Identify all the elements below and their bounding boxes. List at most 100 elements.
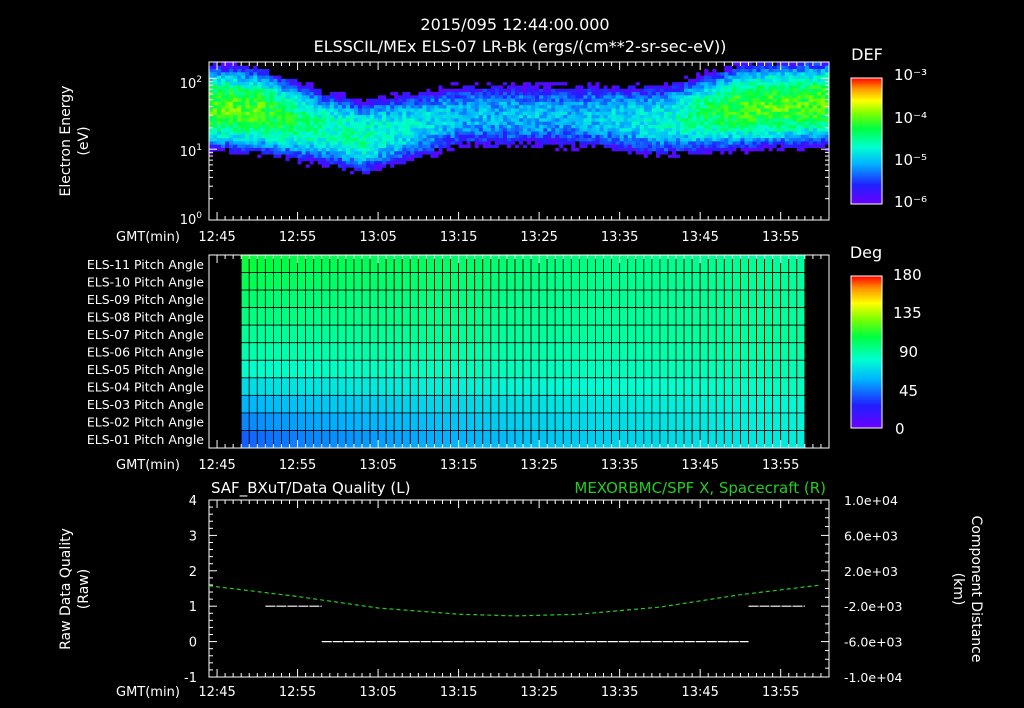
spectrogram-cell bbox=[325, 124, 331, 129]
spectrogram-cell bbox=[418, 81, 423, 86]
spectrogram-cell bbox=[402, 131, 407, 135]
spectrogram-cell bbox=[374, 117, 379, 122]
spectrogram-cell bbox=[277, 127, 282, 132]
spectrogram-cell bbox=[599, 104, 604, 109]
spectrogram-cell bbox=[454, 108, 460, 112]
spectrogram-cell bbox=[241, 150, 246, 155]
spectrogram-cell bbox=[329, 117, 335, 122]
spectrogram-cell bbox=[309, 134, 315, 139]
spectrogram-cell bbox=[490, 131, 496, 135]
spectrogram-cell bbox=[386, 108, 391, 112]
spectrogram-cell bbox=[595, 206, 600, 211]
spectrogram-cell bbox=[277, 91, 282, 96]
spectrogram-cell bbox=[374, 177, 379, 181]
spectrogram-cell bbox=[333, 137, 339, 142]
spectrogram-cell bbox=[370, 94, 375, 99]
spectrogram-cell bbox=[519, 101, 524, 106]
spectrogram-cell bbox=[285, 157, 290, 162]
spectrogram-cell bbox=[366, 180, 371, 185]
spectrogram-cell bbox=[426, 81, 431, 86]
spectrogram-cell bbox=[253, 170, 258, 175]
spectrogram-cell bbox=[523, 94, 528, 99]
spectrogram-cell bbox=[623, 111, 629, 116]
spectrogram-cell bbox=[583, 200, 588, 204]
spectrogram-cell bbox=[410, 81, 415, 86]
spectrogram-cell bbox=[599, 124, 604, 129]
spectrogram-cell bbox=[209, 117, 214, 122]
spectrogram-cell bbox=[482, 124, 488, 129]
spectrogram-cell bbox=[531, 190, 536, 195]
spectrogram-cell bbox=[374, 180, 379, 185]
spectrogram-cell bbox=[261, 150, 266, 155]
spectrogram-cell bbox=[345, 141, 351, 145]
spectrogram-cell bbox=[494, 187, 500, 191]
spectrogram-cell bbox=[434, 154, 439, 158]
spectrogram-cell bbox=[398, 127, 403, 132]
spectrogram-cell bbox=[349, 68, 355, 73]
spectrogram-cell bbox=[313, 108, 319, 112]
spectrogram-cell bbox=[357, 78, 363, 83]
spectrogram-cell bbox=[333, 144, 339, 148]
spectrogram-cell bbox=[273, 101, 278, 106]
spectrogram-cell bbox=[551, 177, 556, 181]
spectrogram-cell bbox=[398, 81, 403, 86]
spectrogram-cell bbox=[225, 170, 230, 175]
spectrogram-cell bbox=[559, 88, 564, 93]
spectrogram-cell bbox=[523, 131, 528, 135]
spectrogram-cell bbox=[273, 196, 278, 201]
spectrogram-cell bbox=[281, 88, 286, 93]
spectrogram-cell bbox=[366, 157, 371, 162]
spectrogram-cell bbox=[623, 157, 629, 162]
spectrogram-cell bbox=[442, 124, 447, 129]
spectrogram-cell bbox=[547, 75, 552, 79]
spectrogram-cell bbox=[237, 160, 242, 165]
spectrogram-cell bbox=[502, 108, 508, 112]
spectrogram-cell bbox=[245, 88, 250, 93]
spectrogram-cell bbox=[470, 71, 476, 76]
spectrogram-cell bbox=[241, 134, 246, 139]
spectrogram-cell bbox=[269, 210, 274, 214]
spectrogram-cell bbox=[341, 164, 347, 168]
spectrogram-cell bbox=[245, 200, 250, 204]
spectrogram-cell bbox=[575, 196, 580, 201]
spectrogram-cell bbox=[543, 154, 548, 158]
spectrogram-cell bbox=[615, 147, 621, 152]
spectrogram-cell bbox=[430, 98, 435, 102]
spectrogram-cell bbox=[374, 91, 379, 96]
spectrogram-cell bbox=[378, 134, 383, 139]
spectrogram-cell bbox=[261, 203, 266, 208]
spectrogram-cell bbox=[579, 131, 584, 135]
spectrogram-cell bbox=[261, 137, 266, 142]
spectrogram-cell bbox=[253, 187, 258, 191]
spectrogram-cell bbox=[366, 167, 371, 172]
spectrogram-cell bbox=[627, 213, 633, 218]
spectrogram-cell bbox=[514, 65, 520, 69]
spectrogram-cell bbox=[498, 164, 504, 168]
spectrogram-cell bbox=[281, 164, 286, 168]
spectrogram-cell bbox=[531, 98, 536, 102]
spectrogram-cell bbox=[361, 160, 367, 165]
spectrogram-cell bbox=[575, 206, 580, 211]
spectrogram-cell bbox=[325, 206, 331, 211]
spectrogram-cell bbox=[531, 173, 536, 178]
spectrogram-cell bbox=[470, 108, 476, 112]
spectrogram-cell bbox=[603, 71, 608, 76]
spectrogram-cell bbox=[225, 164, 230, 168]
spectrogram-cell bbox=[531, 167, 536, 172]
spectrogram-cell bbox=[430, 71, 435, 76]
spectrogram-cell bbox=[583, 127, 588, 132]
spectrogram-cell bbox=[225, 183, 230, 188]
spectrogram-cell bbox=[329, 114, 335, 119]
spectrogram-cell bbox=[615, 187, 621, 191]
spectrogram-cell bbox=[386, 150, 391, 155]
spectrogram-cell bbox=[213, 157, 218, 162]
spectrogram-cell bbox=[454, 127, 460, 132]
spectrogram-cell bbox=[337, 124, 343, 129]
spectrogram-cell bbox=[430, 68, 435, 73]
spectrogram-cell bbox=[269, 167, 274, 172]
spectrogram-cell bbox=[486, 180, 492, 185]
spectrogram-cell bbox=[603, 104, 608, 109]
spectrogram-cell bbox=[571, 167, 576, 172]
spectrogram-cell bbox=[595, 157, 600, 162]
spectrogram-cell bbox=[555, 91, 560, 96]
